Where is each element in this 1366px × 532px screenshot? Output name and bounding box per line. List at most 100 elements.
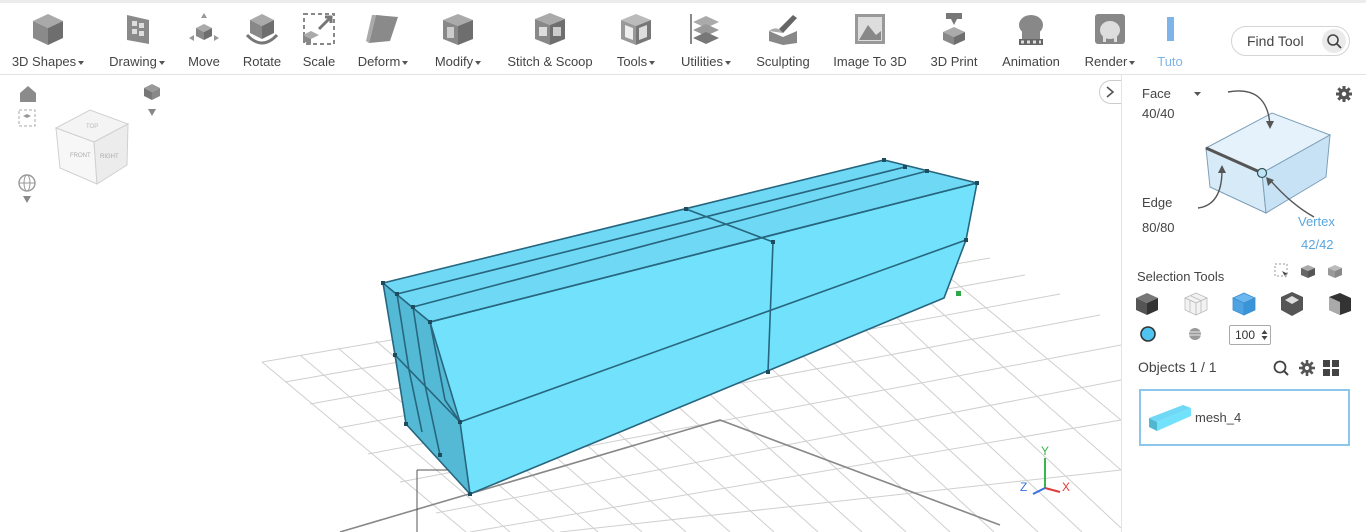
tool-label: Move	[188, 54, 220, 69]
3d-viewport[interactable]: Y X Z FRONT RIGHT TOP	[0, 75, 1121, 532]
tool-tools[interactable]: Tools	[612, 11, 660, 75]
tool-label: Image To 3D	[833, 54, 907, 69]
tool-label: Utilities	[681, 54, 723, 69]
tool-move[interactable]: Move	[184, 11, 224, 75]
select-wire-icon[interactable]	[1184, 292, 1208, 316]
tool-scale[interactable]: Scale	[299, 11, 339, 75]
axis-z-label: Z	[1020, 480, 1027, 494]
mesh-object[interactable]	[381, 158, 979, 496]
find-tool-label: Find Tool	[1247, 33, 1304, 49]
tool-label: Stitch & Scoop	[507, 54, 593, 69]
animation-icon	[1019, 15, 1043, 45]
brush-falloff-icon[interactable]	[1189, 328, 1201, 340]
drawing-icon	[127, 15, 149, 44]
find-tool-search[interactable]: Find Tool	[1231, 26, 1350, 56]
vertex-highlight	[1256, 167, 1268, 179]
cube-icon	[33, 14, 63, 45]
select-solid-icon[interactable]	[1136, 293, 1158, 315]
tool-3d-print[interactable]: 3D Print	[926, 11, 982, 75]
home-icon[interactable]	[20, 86, 36, 102]
chevron-down-icon	[402, 60, 409, 65]
select-half-icon[interactable]	[1329, 293, 1351, 315]
search-icon[interactable]	[1273, 360, 1289, 376]
tool-label: Deform	[357, 54, 401, 69]
axis-y-label: Y	[1041, 444, 1049, 458]
scene-canvas[interactable]: Y X Z FRONT RIGHT TOP	[0, 75, 1121, 532]
tool-label: Drawing	[109, 54, 157, 69]
selection-tools-label: Selection Tools	[1137, 269, 1225, 284]
select-faces-icon[interactable]	[1232, 292, 1256, 316]
3d-print-icon	[943, 13, 965, 45]
pivot-marker	[956, 291, 961, 296]
tool-3d-shapes[interactable]: 3D Shapes	[8, 11, 88, 75]
objects-label: Objects 1 / 1	[1138, 359, 1217, 375]
face-count: 40/40	[1142, 106, 1175, 121]
tool-modify[interactable]: Modify	[428, 11, 488, 75]
deform-icon	[366, 15, 398, 43]
selection-shape-tools[interactable]	[1134, 291, 1356, 317]
edge-label[interactable]: Edge	[1142, 195, 1172, 210]
tool-utilities[interactable]: Utilities	[675, 11, 737, 75]
tutorial-icon	[1167, 17, 1174, 41]
tool-label: Animation	[1002, 54, 1060, 69]
vertex-count: 42/42	[1301, 237, 1334, 252]
tool-stitch-scoop[interactable]: Stitch & Scoop	[503, 11, 597, 75]
tool-rotate[interactable]: Rotate	[239, 11, 285, 75]
chevron-down-icon	[475, 60, 482, 65]
sculpting-icon	[769, 15, 797, 45]
brush-tools[interactable]	[1139, 325, 1215, 343]
tool-sculpting[interactable]: Sculpting	[752, 11, 814, 75]
chevron-down-icon[interactable]	[23, 196, 31, 203]
properties-panel: Face 40/40 Edge 80/80 Vertex 42/42 Selec…	[1121, 75, 1366, 532]
viewcube-top: TOP	[86, 124, 98, 130]
tools-icon	[621, 14, 651, 45]
tool-image-to-3d[interactable]: Image To 3D	[829, 11, 911, 75]
chevron-down-icon	[158, 60, 165, 65]
tool-drawing[interactable]: Drawing	[104, 11, 170, 75]
select-hex-icon[interactable]	[1281, 292, 1303, 316]
tool-render[interactable]: Render	[1080, 11, 1140, 75]
main-toolbar: 3D Shapes Drawing Move Rotate Scale Defo…	[0, 0, 1366, 75]
tool-label: Tools	[616, 54, 648, 69]
stitch-scoop-icon	[535, 13, 565, 45]
axis-x-label: X	[1062, 480, 1070, 494]
face-mode-select[interactable]: Face	[1142, 86, 1171, 101]
tool-label: 3D Shapes	[11, 54, 77, 69]
tool-deform[interactable]: Deform	[352, 11, 414, 75]
selection-mode-diagram[interactable]	[1192, 85, 1342, 225]
chevron-down-icon	[1129, 60, 1136, 65]
chevron-down-icon	[724, 60, 731, 65]
chevron-down-icon[interactable]	[148, 109, 156, 116]
brush-color-icon[interactable]	[1140, 326, 1156, 342]
modify-icon	[443, 14, 473, 45]
image-to-3d-icon	[855, 14, 885, 44]
objects-toolbar[interactable]	[1272, 359, 1352, 379]
view-cube[interactable]: FRONT RIGHT TOP	[54, 109, 130, 185]
mesh-thumbnail	[1149, 405, 1191, 431]
object-item-mesh-4[interactable]: mesh_4	[1139, 389, 1350, 446]
stepper-arrows-icon[interactable]	[1261, 329, 1268, 341]
view-navigation[interactable]: FRONT RIGHT TOP	[18, 84, 160, 203]
utilities-icon	[690, 14, 719, 44]
tool-label: Sculpting	[756, 54, 810, 69]
search-icon[interactable]	[1322, 29, 1346, 53]
chevron-down-icon	[649, 60, 656, 65]
tool-animation[interactable]: Animation	[997, 11, 1065, 75]
move-icon	[189, 13, 219, 41]
object-name: mesh_4	[1195, 410, 1242, 425]
tool-label: Rotate	[242, 54, 282, 69]
tool-tutorial[interactable]: Tuto	[1157, 11, 1183, 75]
axis-gizmo: Y X Z	[1020, 444, 1070, 495]
selection-extra-tools[interactable]	[1274, 263, 1346, 279]
chevron-down-icon	[78, 60, 85, 65]
edge-count: 80/80	[1142, 220, 1175, 235]
viewcube-right: RIGHT	[100, 154, 119, 160]
tool-label: Scale	[302, 54, 336, 69]
gear-icon[interactable]	[1299, 360, 1315, 376]
brush-size-stepper[interactable]: 100	[1229, 325, 1271, 345]
viewcube-front: FRONT	[70, 153, 91, 159]
render-icon	[1095, 14, 1125, 44]
collapse-panel-button[interactable]	[1099, 80, 1121, 104]
vertex-label[interactable]: Vertex	[1298, 214, 1335, 229]
grid-view-icon[interactable]	[1323, 360, 1339, 376]
